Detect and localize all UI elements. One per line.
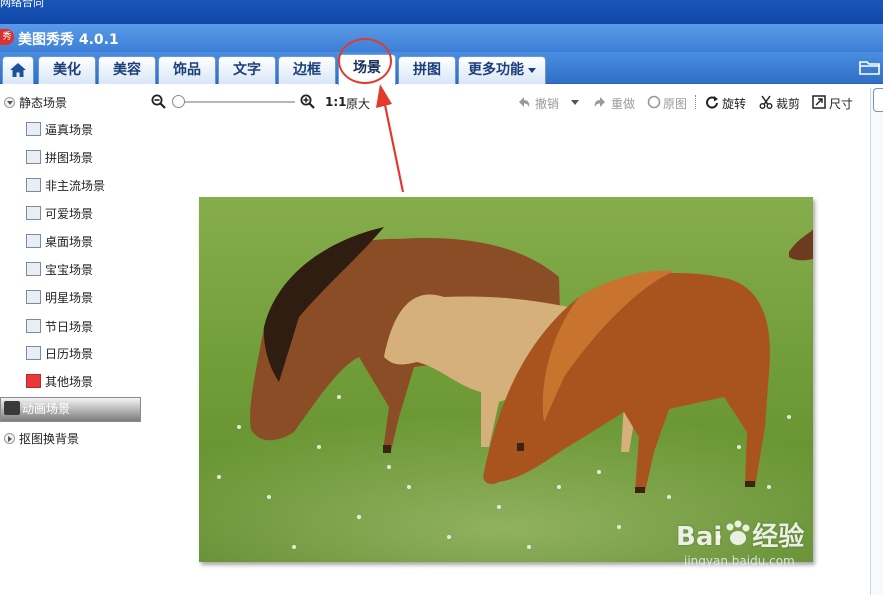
tree-item-label: 宝宝场景 bbox=[45, 263, 94, 277]
tree-item-holiday[interactable]: 节日场景 bbox=[26, 318, 93, 336]
tree-item-other[interactable]: 其他场景 bbox=[26, 373, 93, 391]
watermark-brand: Bai bbox=[676, 522, 723, 552]
desktop-scene-icon bbox=[26, 234, 41, 248]
zoom-slider-handle[interactable] bbox=[172, 95, 185, 108]
tree-item-baby[interactable]: 宝宝场景 bbox=[26, 261, 93, 279]
app-window: 网络合同 秀 美图秀秀 4.0.1 美化 美容 饰品 文字 边框 场景 拼图 更… bbox=[0, 0, 883, 595]
resize-icon bbox=[812, 95, 826, 109]
home-icon bbox=[10, 63, 26, 77]
tree-item-celebrity[interactable]: 明星场景 bbox=[26, 289, 93, 307]
tree-item-label: 桌面场景 bbox=[45, 235, 94, 249]
image-toolbar: 1:1 原大 撤销 重做 原图 旋转 裁剪 尺寸 bbox=[145, 90, 870, 114]
right-side-panel bbox=[870, 88, 883, 595]
chevron-down-icon[interactable] bbox=[571, 100, 579, 105]
zoom-one-to-one-button[interactable]: 1:1 bbox=[325, 95, 347, 109]
alternative-scene-icon bbox=[26, 178, 41, 192]
undo-button[interactable]: 撤销 bbox=[535, 95, 559, 112]
undo-icon bbox=[519, 97, 530, 107]
tree-group-label: 动画场景 bbox=[22, 402, 71, 416]
tree-item-label: 拼图场景 bbox=[45, 151, 94, 165]
tree-item-collage[interactable]: 拼图场景 bbox=[26, 149, 93, 167]
tab-scene[interactable]: 场景 bbox=[338, 54, 396, 85]
tree-group-label: 静态场景 bbox=[19, 96, 68, 110]
tree-item-label: 日历场景 bbox=[45, 347, 94, 361]
tree-item-calendar[interactable]: 日历场景 bbox=[26, 345, 93, 363]
app-title: 美图秀秀 4.0.1 bbox=[18, 32, 119, 48]
tab-home[interactable] bbox=[2, 56, 34, 84]
cute-scene-icon bbox=[26, 206, 41, 220]
scissors-icon bbox=[759, 95, 773, 109]
tree-item-realistic[interactable]: 逼真场景 bbox=[26, 121, 93, 139]
redo-icon bbox=[594, 97, 605, 107]
tab-beauty[interactable]: 美容 bbox=[98, 56, 156, 84]
rotate-icon bbox=[706, 96, 718, 109]
tree-item-label: 非主流场景 bbox=[45, 179, 106, 193]
desktop-text: 网络合同 bbox=[0, 0, 44, 9]
crop-button[interactable]: 裁剪 bbox=[776, 95, 800, 112]
baidu-watermark: Bai 经验 jingyan.baidu.com bbox=[676, 516, 805, 568]
tree-item-label: 逼真场景 bbox=[45, 123, 94, 137]
horses-photo-image bbox=[199, 197, 813, 562]
rotate-button[interactable]: 旋转 bbox=[722, 95, 746, 112]
tree-group-label: 抠图换背景 bbox=[19, 432, 80, 446]
calendar-scene-icon bbox=[26, 346, 41, 360]
tree-group-cutout[interactable]: 抠图换背景 bbox=[4, 430, 79, 448]
scene-tree-panel: 静态场景 逼真场景 拼图场景 非主流场景 可爱场景 桌面场景 宝宝场景 明星场景… bbox=[0, 90, 145, 595]
collage-scene-icon bbox=[26, 150, 41, 164]
tree-group-static[interactable]: 静态场景 bbox=[4, 94, 67, 112]
original-image-icon bbox=[647, 95, 661, 109]
tab-more-features[interactable]: 更多功能 bbox=[458, 56, 546, 84]
tab-text[interactable]: 文字 bbox=[218, 56, 276, 84]
expand-icon bbox=[4, 433, 15, 444]
tree-item-label: 明星场景 bbox=[45, 291, 94, 305]
holiday-scene-icon bbox=[26, 319, 41, 333]
tree-item-desktop[interactable]: 桌面场景 bbox=[26, 233, 93, 251]
toolbar-divider bbox=[695, 95, 696, 109]
title-bar: 秀 美图秀秀 4.0.1 bbox=[0, 24, 883, 52]
app-logo-icon: 秀 bbox=[0, 29, 14, 45]
tree-item-cute[interactable]: 可爱场景 bbox=[26, 205, 93, 223]
tab-more-features-label: 更多功能 bbox=[468, 62, 524, 78]
redo-button[interactable]: 重做 bbox=[611, 95, 635, 112]
zoom-in-icon[interactable] bbox=[300, 94, 315, 109]
tree-group-animated[interactable]: 动画场景 bbox=[0, 397, 141, 422]
main-tabs: 美化 美容 饰品 文字 边框 场景 拼图 更多功能 bbox=[0, 52, 883, 85]
size-button[interactable]: 尺寸 bbox=[829, 95, 853, 112]
animated-scene-icon bbox=[4, 401, 20, 415]
baby-scene-icon bbox=[26, 262, 41, 276]
tab-frame[interactable]: 边框 bbox=[278, 56, 336, 84]
edited-photo[interactable] bbox=[199, 197, 813, 562]
paw-icon bbox=[726, 520, 750, 545]
original-image-button[interactable]: 原图 bbox=[663, 95, 687, 112]
watermark-brand-cn: 经验 bbox=[752, 522, 805, 552]
tree-item-label: 节日场景 bbox=[45, 320, 94, 334]
tab-collage[interactable]: 拼图 bbox=[398, 56, 456, 84]
open-folder-icon[interactable] bbox=[859, 58, 881, 76]
collapse-icon bbox=[4, 97, 15, 108]
zoom-out-icon[interactable] bbox=[151, 94, 166, 109]
desktop-strip: 网络合同 bbox=[0, 0, 883, 24]
realistic-scene-icon bbox=[26, 122, 41, 136]
chevron-down-icon bbox=[528, 67, 536, 73]
tree-item-label: 其他场景 bbox=[45, 375, 94, 389]
tab-beautify[interactable]: 美化 bbox=[38, 56, 96, 84]
tree-item-alternative[interactable]: 非主流场景 bbox=[26, 177, 105, 195]
tab-accessories[interactable]: 饰品 bbox=[158, 56, 216, 84]
right-panel-tab[interactable] bbox=[873, 88, 883, 112]
original-size-button[interactable]: 原大 bbox=[346, 95, 370, 112]
watermark-url: jingyan.baidu.com bbox=[684, 554, 795, 568]
heart-icon bbox=[26, 374, 41, 388]
celebrity-scene-icon bbox=[26, 290, 41, 304]
tree-item-label: 可爱场景 bbox=[45, 207, 94, 221]
zoom-slider-track[interactable] bbox=[175, 101, 295, 103]
